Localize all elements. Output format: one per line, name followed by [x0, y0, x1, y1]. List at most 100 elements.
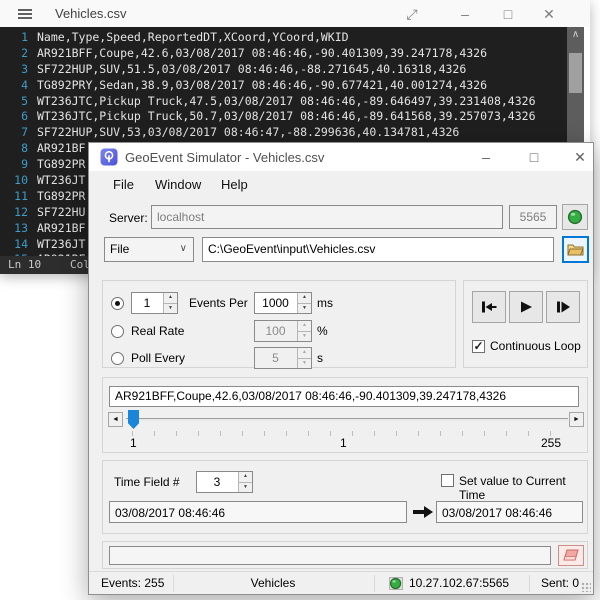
- set-current-time-label: Set value to Current Time: [459, 474, 587, 502]
- rate-groupbox: 1 ▲▼ Events Per 1000 ▲▼ ms Real Rate 100…: [102, 280, 456, 368]
- time-to-field[interactable]: 03/08/2017 08:46:46: [436, 501, 583, 523]
- play-button[interactable]: [509, 291, 543, 323]
- spinner-up-icon[interactable]: ▲: [238, 472, 252, 482]
- progress-groupbox: [102, 541, 588, 569]
- scrollbar-thumb[interactable]: [569, 53, 582, 93]
- progress-bar: [109, 546, 551, 565]
- line-number: 6: [0, 109, 28, 123]
- line-text: AR921BF: [37, 141, 85, 155]
- browse-file-button[interactable]: [562, 236, 589, 263]
- current-event-field[interactable]: AR921BFF,Coupe,42.6,03/08/2017 08:46:46,…: [109, 386, 579, 407]
- server-address: 10.27.102.67:5565: [409, 576, 509, 590]
- simulator-window: GeoEvent Simulator - Vehicles.csv – □ ✕ …: [88, 142, 594, 595]
- feed-name: Vehicles: [173, 576, 373, 590]
- server-port-input[interactable]: 5565: [509, 205, 557, 229]
- event-slider-thumb[interactable]: [128, 410, 139, 429]
- slider-ticks: [132, 431, 562, 436]
- spinner-up-icon[interactable]: ▲: [163, 293, 177, 303]
- line-number: 8: [0, 141, 28, 155]
- hamburger-menu-icon[interactable]: [18, 9, 32, 19]
- editor-line: 5WT236JTC,Pickup Truck,47.5,03/08/2017 0…: [0, 94, 584, 110]
- step-back-button[interactable]: [472, 291, 506, 323]
- line-text: TG892PRY,Sedan,38.9,03/08/2017 08:46:46,…: [37, 78, 487, 92]
- spinner-down-icon[interactable]: ▼: [297, 303, 311, 313]
- time-groupbox: Time Field # 3 ▲▼ Set value to Current T…: [102, 460, 588, 534]
- time-field-spinner[interactable]: 3 ▲▼: [196, 471, 253, 493]
- slider-min-label: 1: [130, 436, 137, 450]
- source-type-dropdown[interactable]: File ∨: [104, 237, 194, 262]
- line-text: SF722HUP,SUV,53,03/08/2017 08:46:47,-88.…: [37, 125, 459, 139]
- time-from-field[interactable]: 03/08/2017 08:46:46: [109, 501, 407, 523]
- editor-line: 1 Name,Type,Speed,ReportedDT,XCoord,YCoor…: [0, 30, 584, 46]
- connected-indicator-icon: [567, 209, 583, 225]
- slider-left-button[interactable]: ◄: [108, 412, 123, 427]
- resize-grip[interactable]: [581, 582, 591, 592]
- line-text: WT236JT: [37, 237, 85, 251]
- geoevent-app-icon: [100, 148, 118, 166]
- menu-bar: File Window Help: [89, 171, 593, 199]
- spinner-up-icon[interactable]: ▲: [297, 321, 311, 331]
- menu-file[interactable]: File: [113, 177, 134, 192]
- simulator-title: GeoEvent Simulator - Vehicles.csv: [125, 150, 324, 165]
- editor-close-button[interactable]: ✕: [536, 4, 562, 24]
- slider-right-button[interactable]: ►: [569, 412, 584, 427]
- poll-seconds-spinner[interactable]: 5 ▲▼: [254, 347, 312, 369]
- server-host-input[interactable]: localhost: [151, 205, 503, 229]
- continuous-loop-checkbox[interactable]: [472, 340, 485, 353]
- playback-groupbox: Continuous Loop: [463, 280, 588, 368]
- open-folder-icon: [567, 242, 585, 257]
- file-path-input[interactable]: C:\GeoEvent\input\Vehicles.csv: [202, 237, 554, 262]
- menu-window[interactable]: Window: [155, 177, 201, 192]
- percent-unit-label: %: [317, 324, 328, 338]
- spinner-up-icon[interactable]: ▲: [297, 293, 311, 303]
- spinner-up-icon[interactable]: ▲: [297, 348, 311, 358]
- event-groupbox: AR921BFF,Coupe,42.6,03/08/2017 08:46:46,…: [102, 377, 588, 453]
- editor-titlebar: Vehicles.csv ⤢ – □ ✕: [0, 0, 590, 27]
- menu-help[interactable]: Help: [221, 177, 248, 192]
- editor-expand-icon[interactable]: ⤢: [399, 4, 425, 24]
- step-forward-button[interactable]: [546, 291, 580, 323]
- events-per-radio[interactable]: [111, 297, 124, 310]
- line-number: 14: [0, 237, 28, 251]
- real-rate-spinner[interactable]: 100 ▲▼: [254, 320, 312, 342]
- connect-button[interactable]: [562, 204, 588, 230]
- event-slider-track[interactable]: [126, 418, 568, 421]
- step-icon: [554, 300, 572, 314]
- status-line-indicator: Ln 10: [8, 256, 41, 274]
- line-number: 1: [0, 30, 28, 44]
- scroll-up-icon[interactable]: ∧: [567, 29, 584, 40]
- line-text: TG892PR: [37, 157, 85, 171]
- line-number: 3: [0, 62, 28, 76]
- sim-minimize-button[interactable]: –: [473, 147, 499, 167]
- line-text: SF722HUP,SUV,51.5,03/08/2017 08:46:46,-8…: [37, 62, 466, 76]
- spinner-down-icon[interactable]: ▼: [297, 331, 311, 341]
- editor-maximize-button[interactable]: □: [495, 4, 521, 24]
- connection-status-icon: [389, 576, 404, 591]
- real-rate-radio[interactable]: [111, 325, 124, 338]
- arrow-right-icon: [412, 505, 434, 519]
- interval-ms-spinner[interactable]: 1000 ▲▼: [254, 292, 312, 314]
- line-text: Name,Type,Speed,ReportedDT,XCoord,YCoord…: [37, 30, 349, 44]
- line-number: 2: [0, 46, 28, 60]
- poll-every-radio[interactable]: [111, 352, 124, 365]
- server-label: Server:: [109, 211, 148, 225]
- ms-unit-label: ms: [317, 296, 333, 310]
- sim-maximize-button[interactable]: □: [521, 147, 547, 167]
- editor-title: Vehicles.csv: [55, 6, 127, 21]
- slider-max-label: 255: [541, 436, 561, 450]
- clear-button[interactable]: [558, 545, 584, 566]
- desktop: Vehicles.csv ⤢ – □ ✕ 1 Name,Type,Speed,Re…: [0, 0, 600, 600]
- spinner-down-icon[interactable]: ▼: [163, 303, 177, 313]
- real-rate-label: Real Rate: [131, 324, 184, 338]
- sent-count: Sent: 0: [541, 576, 579, 590]
- events-count-spinner[interactable]: 1 ▲▼: [131, 292, 178, 314]
- spinner-down-icon[interactable]: ▼: [297, 358, 311, 368]
- editor-line: 4TG892PRY,Sedan,38.9,03/08/2017 08:46:46…: [0, 78, 584, 94]
- events-per-label: Events Per: [189, 296, 248, 310]
- editor-minimize-button[interactable]: –: [452, 4, 478, 24]
- spinner-down-icon[interactable]: ▼: [238, 482, 252, 492]
- sim-close-button[interactable]: ✕: [567, 147, 593, 167]
- line-number: 13: [0, 221, 28, 235]
- editor-line: 6WT236JTC,Pickup Truck,50.7,03/08/2017 0…: [0, 109, 584, 125]
- set-current-time-checkbox[interactable]: [441, 474, 454, 487]
